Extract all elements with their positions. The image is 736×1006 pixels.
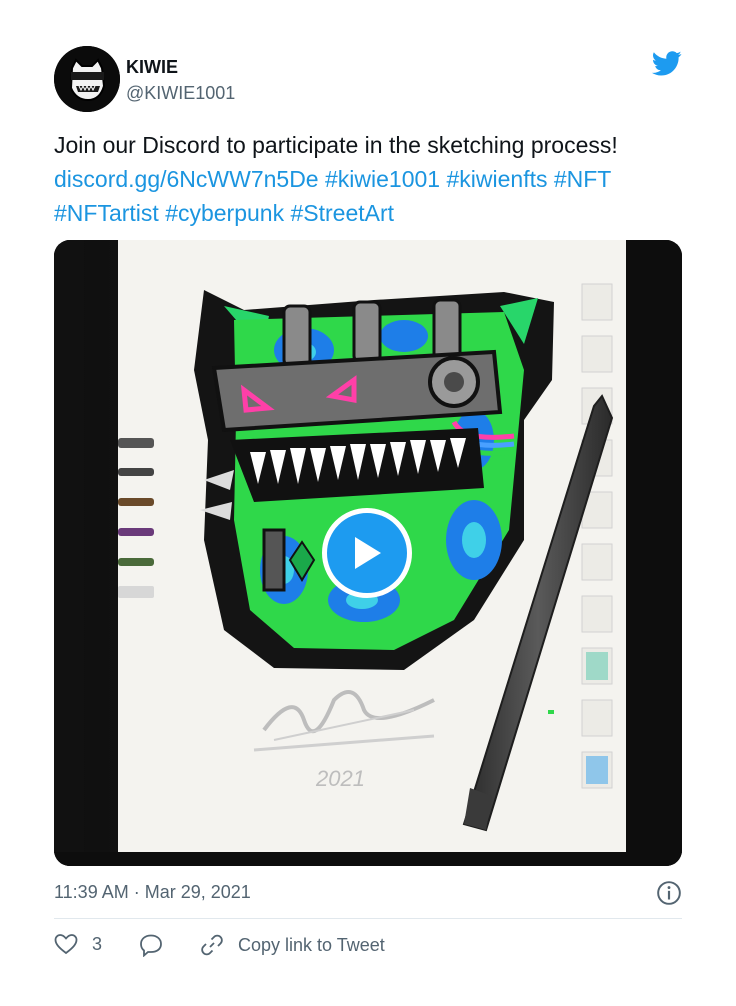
reply-button[interactable] xyxy=(138,933,164,957)
info-icon[interactable] xyxy=(656,880,682,906)
hashtag-cyberpunk[interactable]: #cyberpunk xyxy=(165,200,284,226)
reply-bubble-icon xyxy=(140,934,162,957)
hashtag-nft[interactable]: #NFT xyxy=(554,166,612,192)
copy-link-label: Copy link to Tweet xyxy=(238,934,385,955)
play-button[interactable] xyxy=(322,508,412,598)
tweet-actions: 3 Copy link to Tweet xyxy=(54,919,682,975)
tweet-header: KIWIE @KIWIE1001 xyxy=(54,44,682,114)
play-icon xyxy=(355,537,381,569)
video-media[interactable]: 2021 xyxy=(54,240,682,866)
discord-link[interactable]: discord.gg/6NcWW7n5De xyxy=(54,166,319,192)
hashtag-nftartist[interactable]: #NFTartist xyxy=(54,200,159,226)
signature-year: 2021 xyxy=(315,766,365,791)
hashtag-kiwienfts[interactable]: #kiwienfts xyxy=(446,166,547,192)
hashtag-kiwie1001[interactable]: #kiwie1001 xyxy=(325,166,440,192)
heart-icon xyxy=(54,934,78,955)
avatar[interactable] xyxy=(54,46,120,112)
user-handle[interactable]: @KIWIE1001 xyxy=(126,80,235,106)
like-button[interactable]: 3 xyxy=(54,933,102,955)
copy-link-button[interactable]: Copy link to Tweet xyxy=(200,933,385,957)
hashtag-streetart[interactable]: #StreetArt xyxy=(291,200,395,226)
timestamp[interactable]: 11:39 AM · Mar 29, 2021 xyxy=(54,878,682,906)
like-count: 3 xyxy=(92,933,103,954)
tweet-text-body: Join our Discord to participate in the s… xyxy=(54,132,618,158)
tweet-meta: 11:39 AM · Mar 29, 2021 xyxy=(54,878,682,908)
link-icon xyxy=(201,934,223,956)
twitter-bird-icon[interactable] xyxy=(650,48,684,78)
tweet-text: Join our Discord to participate in the s… xyxy=(54,128,684,230)
display-name[interactable]: KIWIE xyxy=(126,56,235,78)
author-info[interactable]: KIWIE @KIWIE1001 xyxy=(126,56,235,106)
embedded-tweet: KIWIE @KIWIE1001 Join our Discord to par… xyxy=(54,44,682,975)
